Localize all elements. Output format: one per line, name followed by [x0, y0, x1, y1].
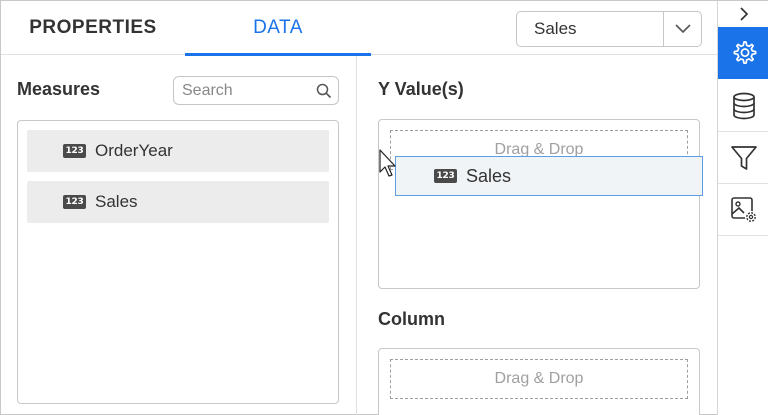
filter-button[interactable] — [718, 132, 768, 184]
column-panel: Drag & Drop — [378, 348, 700, 415]
side-toolbar — [717, 1, 768, 415]
image-settings-icon — [730, 196, 757, 223]
filter-icon — [730, 145, 757, 170]
measures-column: Measures 123 OrderYear 123 Sales — [1, 56, 357, 415]
list-item-sales[interactable]: 123 Sales — [27, 181, 329, 223]
list-item-label: Sales — [95, 192, 138, 211]
image-settings-button[interactable] — [718, 184, 768, 236]
list-item-label: OrderYear — [95, 141, 173, 160]
numeric-type-icon: 123 — [434, 169, 457, 183]
database-icon — [732, 92, 755, 119]
measures-list: 123 OrderYear 123 Sales — [17, 120, 339, 404]
tab-data[interactable]: DATA — [185, 1, 371, 56]
collapse-panel-button[interactable] — [718, 1, 768, 27]
numeric-type-icon: 123 — [63, 195, 86, 209]
measures-title: Measures — [17, 79, 101, 99]
gear-icon — [733, 41, 756, 65]
drag-ghost-label: Sales — [466, 165, 512, 186]
y-values-title: Y Value(s) — [378, 79, 464, 99]
settings-button[interactable] — [718, 27, 768, 79]
list-item-orderyear[interactable]: 123 OrderYear — [27, 130, 329, 172]
numeric-type-icon: 123 — [63, 144, 86, 158]
column-drop-zone[interactable]: Drag & Drop — [390, 359, 688, 399]
widget-selector-dropdown[interactable]: Sales — [516, 11, 702, 47]
tab-bar: PROPERTIES DATA Sales — [1, 1, 717, 56]
search-icon[interactable] — [310, 77, 338, 104]
search-box[interactable] — [173, 76, 339, 105]
tab-properties[interactable]: PROPERTIES — [1, 1, 185, 55]
data-source-button[interactable] — [718, 80, 768, 132]
chevron-right-icon — [739, 7, 748, 21]
properties-panel: PROPERTIES DATA Sales Measures 123 Order… — [0, 0, 768, 415]
mouse-cursor-icon — [379, 149, 396, 177]
y-values-panel: Drag & Drop — [378, 119, 700, 289]
chevron-down-icon[interactable] — [663, 12, 701, 46]
drag-ghost-sales[interactable]: 123 Sales — [395, 156, 703, 196]
dropdown-selected-value: Sales — [534, 19, 577, 38]
column-title: Column — [378, 309, 445, 329]
search-input[interactable] — [174, 81, 310, 100]
